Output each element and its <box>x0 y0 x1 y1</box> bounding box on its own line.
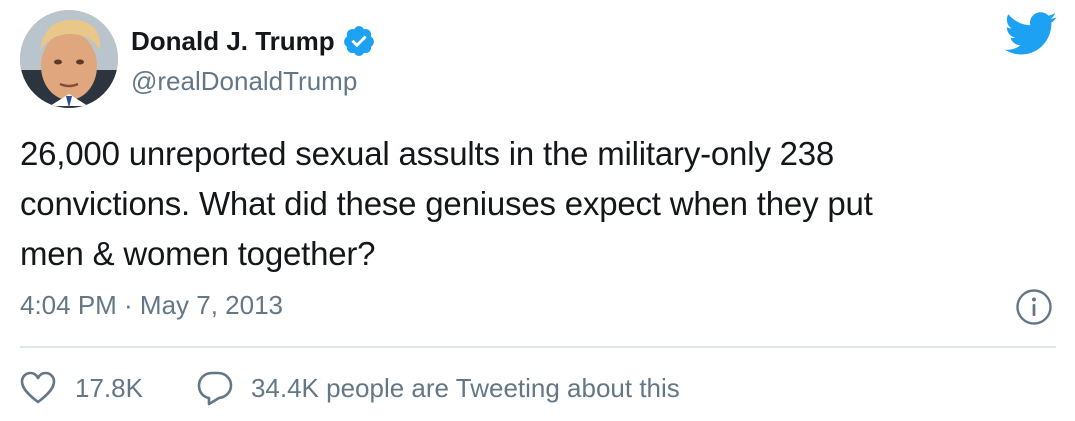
like-count[interactable]: 17.8K <box>75 368 143 408</box>
twitter-bird-icon[interactable] <box>1004 12 1058 56</box>
tweet-card: Donald J. Trump @realDonaldTrump 26,000 … <box>0 0 1075 421</box>
heart-icon[interactable] <box>20 371 56 405</box>
conversation-link[interactable]: 34.4K people are Tweeting about this <box>251 368 680 408</box>
tweet-text: 26,000 unreported sexual assults in the … <box>20 129 1050 279</box>
tweet-text-line: 26,000 unreported sexual assults in the … <box>20 135 835 172</box>
divider <box>20 346 1056 348</box>
avatar-image <box>20 10 118 108</box>
author-handle[interactable]: @realDonaldTrump <box>131 64 357 98</box>
author-name-row[interactable]: Donald J. Trump <box>131 24 376 58</box>
verified-badge-icon <box>342 24 376 58</box>
info-icon[interactable] <box>1015 288 1053 326</box>
avatar[interactable] <box>20 10 118 108</box>
tweet-timestamp[interactable]: 4:04 PM · May 7, 2013 <box>20 287 283 323</box>
speech-bubble-icon[interactable] <box>197 370 233 406</box>
tweet-text-line: convictions. What did these geniuses exp… <box>20 185 873 222</box>
tweet-text-line: men & women together? <box>20 235 376 272</box>
author-display-name[interactable]: Donald J. Trump <box>131 24 335 58</box>
tweet-actions: 17.8K 34.4K people are Tweeting about th… <box>20 368 680 408</box>
